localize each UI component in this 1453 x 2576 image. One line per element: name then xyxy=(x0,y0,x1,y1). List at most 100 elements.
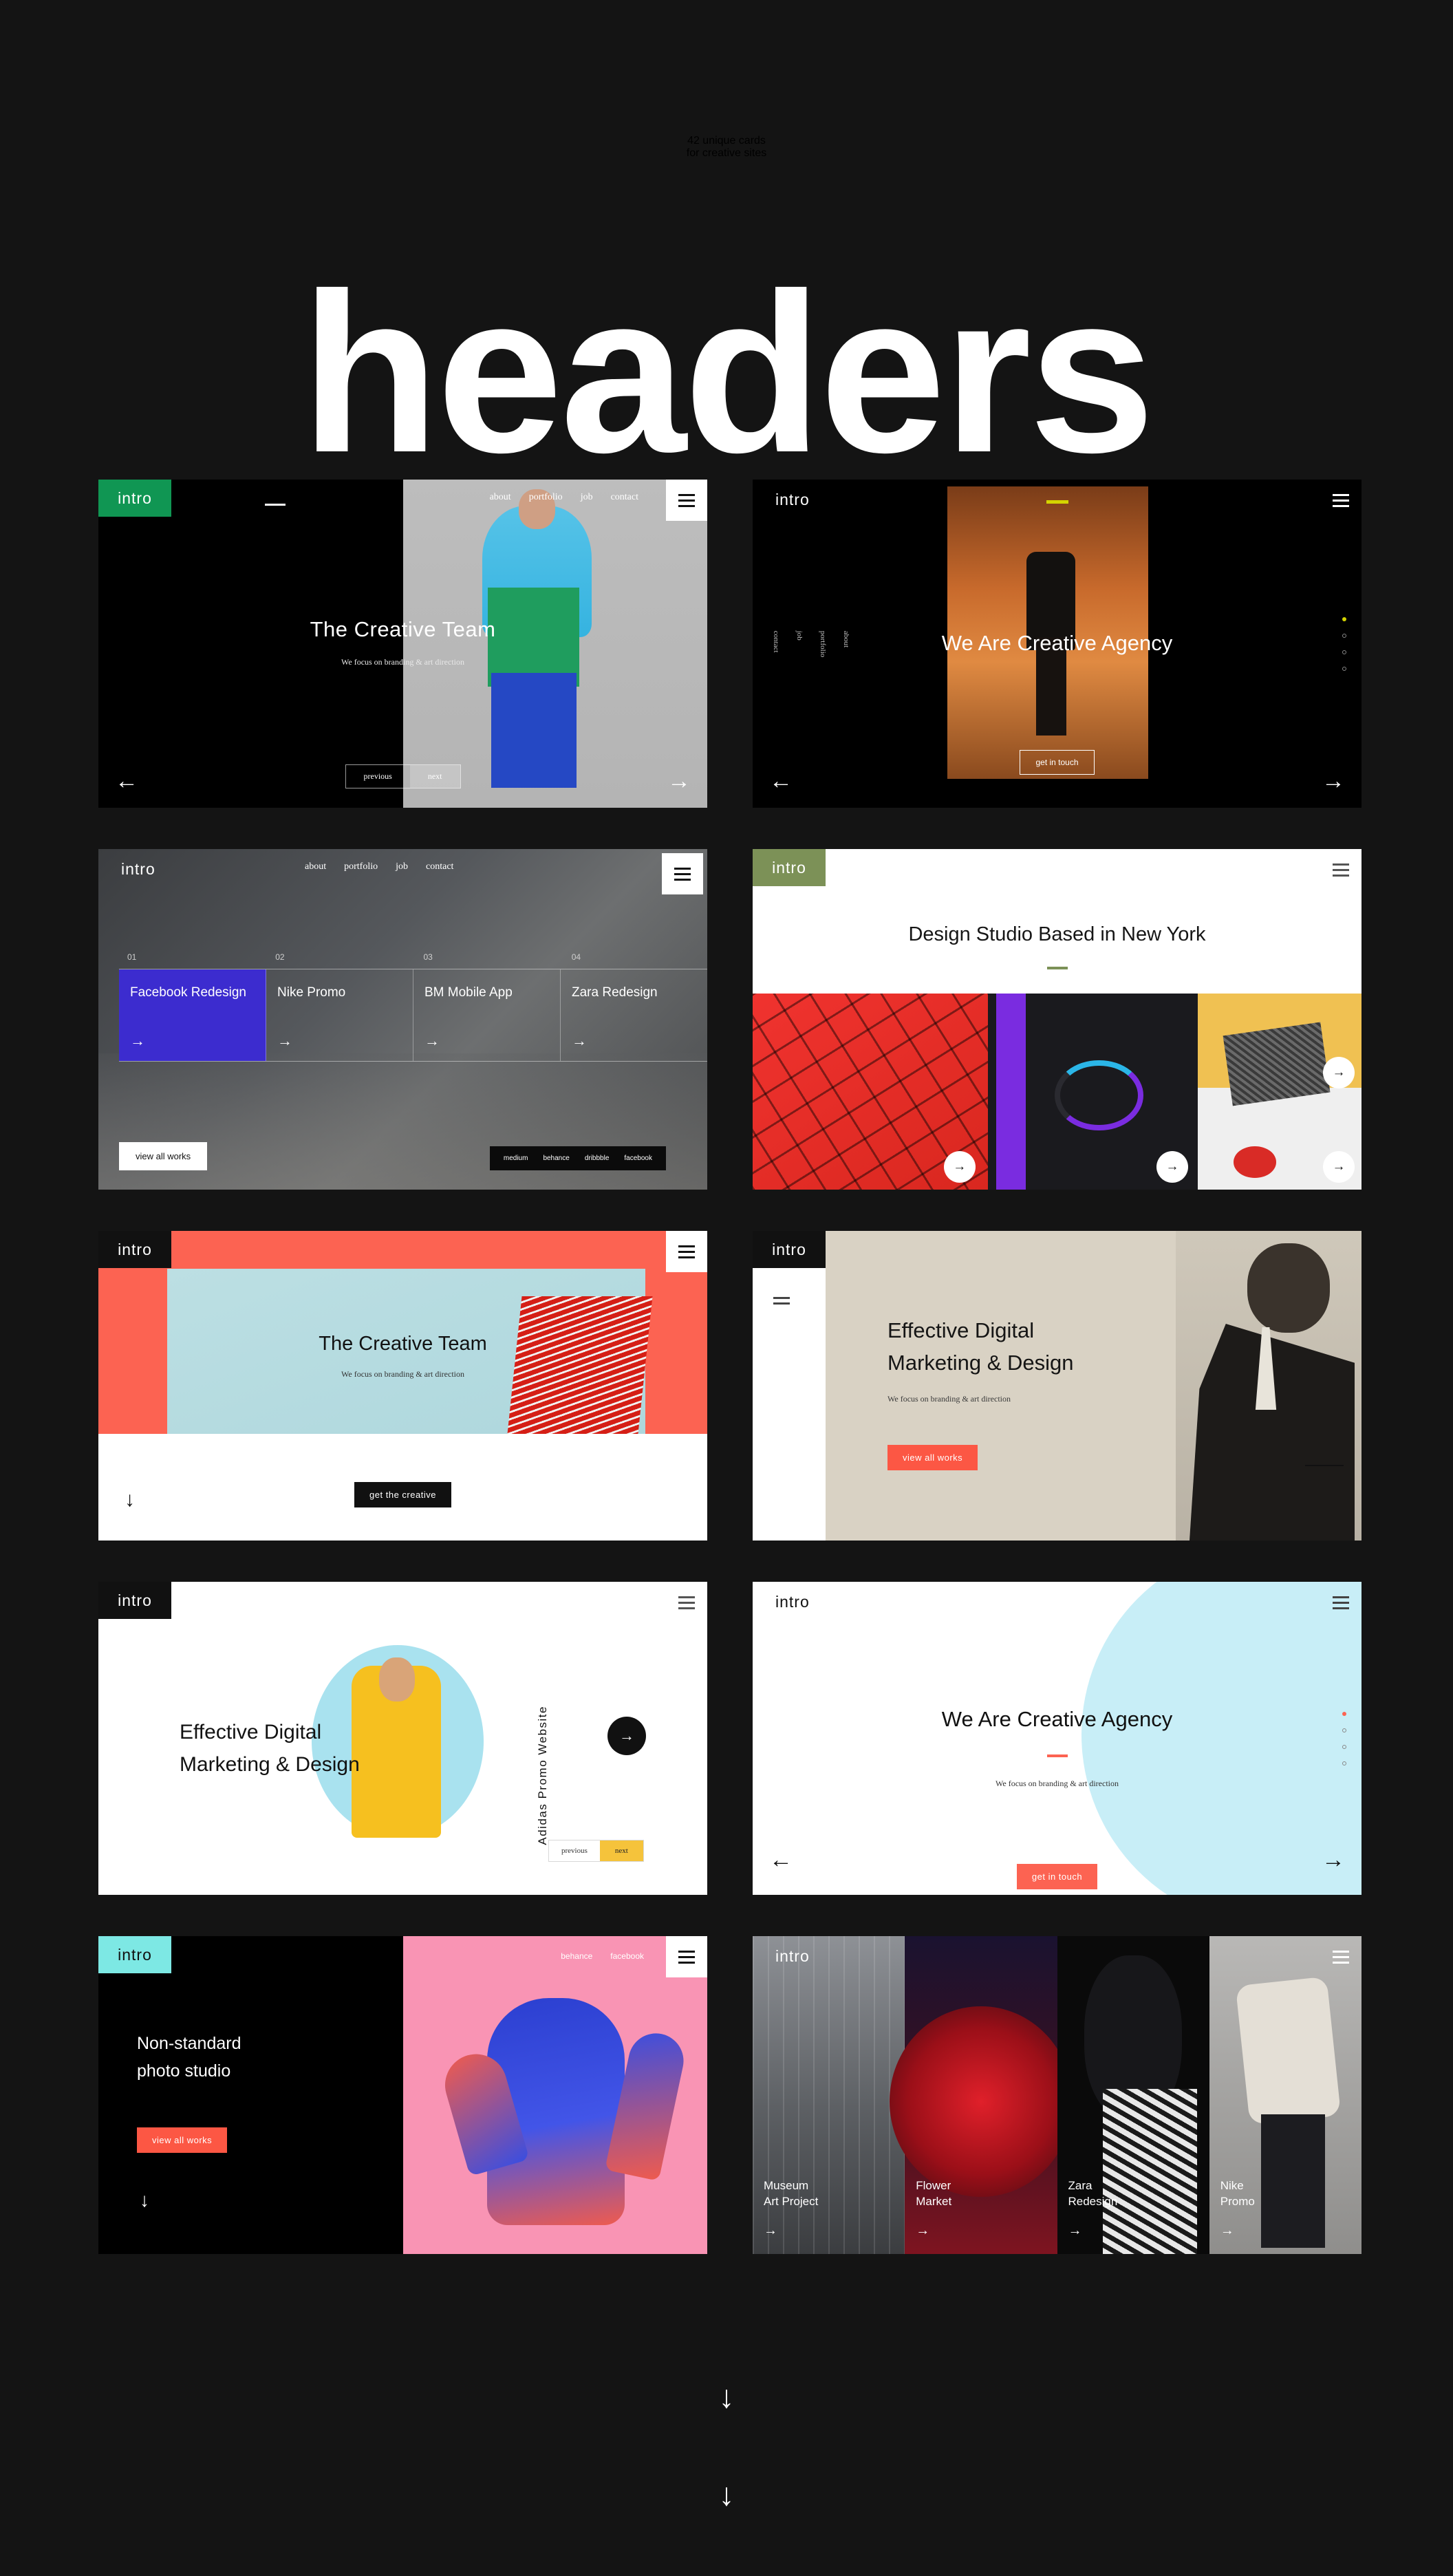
card9-cta-wrap[interactable]: view all works xyxy=(137,2127,228,2153)
card-four-projects-strip[interactable]: Museum Art Project → Flower Market → Zar… xyxy=(753,1936,1361,2254)
card4-tile-3[interactable]: → → xyxy=(1197,994,1361,1190)
hamburger-menu-icon[interactable] xyxy=(666,1231,707,1272)
card-creative-team-coral[interactable]: intro The Creative Team We focus on bran… xyxy=(98,1231,707,1541)
card3-tile-zara-redesign[interactable]: Zara Redesign → xyxy=(561,969,707,1061)
card10-panel-4-arrow-icon[interactable]: → xyxy=(1220,2223,1234,2239)
card3-nav-about[interactable]: about xyxy=(305,861,326,872)
card1-pager[interactable]: previous next xyxy=(98,764,707,788)
card7-next-button[interactable]: next xyxy=(599,1840,643,1861)
card1-nav-about[interactable]: about xyxy=(490,492,511,503)
hamburger-menu-icon[interactable] xyxy=(662,853,703,894)
card8-arrow-right-icon[interactable]: → xyxy=(1322,1848,1345,1871)
card2-slide-dots[interactable] xyxy=(1342,616,1346,671)
card10-panel-zara[interactable]: Zara Redesign → xyxy=(1057,1936,1209,2254)
card8-brand-logo[interactable]: intro xyxy=(775,1593,810,1611)
card5-intro-badge[interactable]: intro xyxy=(98,1231,171,1268)
card8-get-in-touch-button[interactable]: get in touch xyxy=(1016,1864,1098,1889)
card3-social-dribbble[interactable]: dribbble xyxy=(585,1155,610,1162)
card1-arrow-right-icon[interactable]: → xyxy=(667,769,691,793)
card2-arrow-left-icon[interactable]: ← xyxy=(769,769,793,793)
card6-intro-badge[interactable]: intro xyxy=(753,1231,826,1268)
card4-tile-arrow-icon[interactable]: → xyxy=(1323,1151,1355,1183)
card4-tile-2-arrow-wrap[interactable]: → xyxy=(1156,1151,1188,1183)
scroll-down-arrow-2[interactable]: ↓ xyxy=(0,2478,1453,2510)
card6-view-all-works-button[interactable]: view all works xyxy=(887,1445,978,1470)
card1-nav-job[interactable]: job xyxy=(581,492,593,503)
card10-panel-2-arrow-icon[interactable]: → xyxy=(916,2223,929,2239)
card3-view-all-works-button[interactable]: view all works xyxy=(119,1142,208,1170)
card3-nav-portfolio[interactable]: portfolio xyxy=(344,861,378,872)
card-effective-digital-marketing-beige[interactable]: intro Effective Digital Marketing & Desi… xyxy=(753,1231,1361,1541)
card1-topnav[interactable]: about portfolio job contact xyxy=(490,492,638,503)
card1-previous-button[interactable]: previous xyxy=(346,765,410,788)
card5-cta-wrap[interactable]: get the creative xyxy=(98,1482,707,1507)
card4-tile-1-arrow-wrap[interactable]: → xyxy=(943,1151,976,1183)
card9-view-all-works-button[interactable]: view all works xyxy=(137,2127,228,2153)
card-creative-agency-dark[interactable]: intro about portfolio job contact We Are… xyxy=(753,480,1361,808)
card8-dot-4[interactable] xyxy=(1342,1761,1346,1765)
card5-arrow-down-icon[interactable]: ↓ xyxy=(125,1488,135,1512)
card3-tile-facebook-redesign[interactable]: Facebook Redesign → xyxy=(119,969,266,1061)
hamburger-menu-icon[interactable] xyxy=(1320,1936,1361,1977)
card4-tile-arrow-icon[interactable]: → xyxy=(1323,1057,1355,1088)
card8-dot-1[interactable] xyxy=(1342,1711,1346,1716)
card4-tile-arrow-icon[interactable]: → xyxy=(1156,1151,1188,1183)
card4-tile-2[interactable]: → xyxy=(987,994,1198,1190)
hamburger-menu-icon[interactable] xyxy=(1320,480,1361,521)
card4-tile-3-arrow-wrap[interactable]: → xyxy=(1323,1151,1355,1183)
card2-dot-4[interactable] xyxy=(1342,666,1346,671)
card3-nav-job[interactable]: job xyxy=(396,861,408,872)
card5-get-the-creative-button[interactable]: get the creative xyxy=(354,1482,451,1507)
card3-tile-bm-mobile-app[interactable]: BM Mobile App → xyxy=(413,969,561,1061)
card2-vertical-nav[interactable]: about portfolio job contact xyxy=(772,630,850,657)
card3-tile-arrow-icon[interactable]: → xyxy=(277,1032,292,1050)
card9-intro-badge[interactable]: intro xyxy=(98,1936,171,1973)
card3-tile-nike-promo[interactable]: Nike Promo → xyxy=(266,969,413,1061)
card4-tile-3-arrow-wrap-top[interactable]: → xyxy=(1323,1057,1355,1088)
card2-arrow-right-icon[interactable]: → xyxy=(1322,769,1345,793)
card9-nav-behance[interactable]: behance xyxy=(561,1951,592,1961)
card4-tile-arrow-icon[interactable]: → xyxy=(943,1151,976,1183)
card9-nav-facebook[interactable]: facebook xyxy=(610,1951,644,1961)
card2-dot-2[interactable] xyxy=(1342,633,1346,638)
card3-brand-logo[interactable]: intro xyxy=(121,860,155,879)
card2-nav-job[interactable]: job xyxy=(795,630,804,657)
card9-arrow-down-icon[interactable]: ↓ xyxy=(140,2189,149,2211)
card3-tile-arrow-icon[interactable]: → xyxy=(572,1032,587,1050)
card8-dot-2[interactable] xyxy=(1342,1728,1346,1732)
scroll-down-arrow-1[interactable]: ↓ xyxy=(0,2381,1453,2412)
card1-nav-portfolio[interactable]: portfolio xyxy=(529,492,563,503)
card1-prev-next[interactable]: previous next xyxy=(345,764,461,788)
card1-intro-badge[interactable]: intro xyxy=(98,480,171,517)
card-creative-team-split[interactable]: intro about portfolio job contact The Cr… xyxy=(98,480,707,808)
card10-panel-3-arrow-icon[interactable]: → xyxy=(1068,2223,1082,2239)
card2-nav-about[interactable]: about xyxy=(842,630,850,657)
card2-brand-logo[interactable]: intro xyxy=(775,491,810,509)
card10-panel-1-arrow-icon[interactable]: → xyxy=(764,2223,777,2239)
card3-tile-arrow-icon[interactable]: → xyxy=(424,1032,440,1050)
card7-circle-arrow-button[interactable]: → xyxy=(607,1717,646,1755)
card-adidas-promo-circle[interactable]: intro Effective Digital Marketing & Desi… xyxy=(98,1582,707,1895)
card-projects-office[interactable]: intro about portfolio job contact 01 02 … xyxy=(98,849,707,1190)
hamburger-menu-icon[interactable] xyxy=(1320,849,1361,890)
card4-tiles[interactable]: → → → → xyxy=(753,994,1361,1190)
card-creative-agency-blue-circle[interactable]: intro We Are Creative Agency We focus on… xyxy=(753,1582,1361,1895)
card8-arrow-left-icon[interactable]: ← xyxy=(769,1848,793,1871)
hamburger-menu-icon[interactable] xyxy=(773,1297,790,1305)
card10-brand-logo[interactable]: intro xyxy=(775,1947,810,1966)
card1-nav-contact[interactable]: contact xyxy=(611,492,638,503)
card8-cta-wrap[interactable]: get in touch xyxy=(753,1864,1361,1889)
card10-panel-nike[interactable]: Nike Promo → xyxy=(1209,1936,1361,2254)
card3-project-tiles[interactable]: Facebook Redesign → Nike Promo → BM Mobi… xyxy=(119,969,707,1062)
card1-next-button[interactable]: next xyxy=(409,765,460,788)
hamburger-menu-icon[interactable] xyxy=(1320,1582,1361,1623)
card7-previous-button[interactable]: previous xyxy=(549,1840,600,1861)
card3-nav-contact[interactable]: contact xyxy=(426,861,453,872)
card1-arrow-left-icon[interactable]: ← xyxy=(115,769,138,793)
card4-tile-1[interactable]: → xyxy=(753,994,988,1190)
card3-social-medium[interactable]: medium xyxy=(504,1155,528,1162)
hamburger-menu-icon[interactable] xyxy=(666,1582,707,1623)
card3-social-behance[interactable]: behance xyxy=(543,1155,569,1162)
card8-dot-3[interactable] xyxy=(1342,1744,1346,1749)
card4-intro-badge[interactable]: intro xyxy=(753,849,826,886)
